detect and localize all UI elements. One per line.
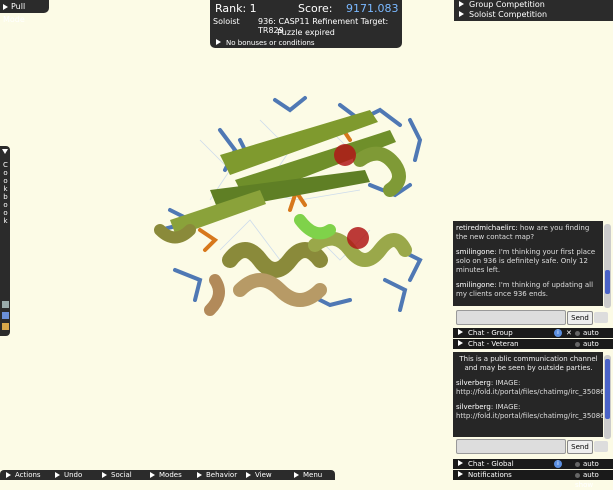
chat-global-send-button[interactable]: Send [567, 440, 593, 454]
expand-arrow-icon [458, 340, 463, 346]
camera-icon[interactable] [594, 312, 608, 323]
group-competition-label: Group Competition [469, 0, 545, 9]
toolbar-undo[interactable]: Undo [55, 470, 82, 480]
chat-global-input[interactable] [456, 439, 566, 454]
expand-arrow-icon [459, 1, 464, 7]
toolbar-behavior[interactable]: Behavior [197, 470, 237, 480]
toolbar-actions[interactable]: Actions [6, 470, 41, 480]
chat-message: smilingone: I'm thinking of updating all… [456, 281, 594, 298]
beta-sheets [170, 110, 396, 236]
expand-arrow-icon [246, 472, 251, 478]
info-icon[interactable]: i [554, 329, 562, 337]
toolbar-modes[interactable]: Modes [150, 470, 182, 480]
expand-arrow-icon [150, 472, 155, 478]
chat-message: smilingone: I'm thinking your first plac… [456, 248, 596, 274]
expand-arrow-icon [55, 472, 60, 478]
expand-arrow-icon [458, 471, 463, 477]
recipe-folder-icon[interactable] [2, 312, 9, 319]
group-competition-toggle[interactable]: Group Competition [454, 0, 613, 10]
score-label: Score: [298, 2, 333, 15]
protein-viewport[interactable] [140, 80, 440, 330]
public-channel-notice: This is a public communication channel a… [459, 355, 598, 372]
player-mode: Soloist [213, 17, 240, 26]
cookbook-panel[interactable]: Cookbook [0, 146, 10, 336]
recipe-icon[interactable] [2, 301, 9, 308]
chat-group-input[interactable] [456, 310, 566, 325]
chat-group-scrollbar[interactable] [604, 224, 611, 308]
expand-arrow-icon [102, 472, 107, 478]
puzzle-status: Puzzle expired [277, 28, 335, 37]
recipe-script-icon[interactable] [2, 323, 9, 330]
score-value: 9171.083 [346, 2, 399, 15]
chat-global-panel: This is a public communication channel a… [453, 352, 613, 480]
expand-arrow-icon [458, 329, 463, 335]
chat-global-scrollbar[interactable] [604, 355, 611, 439]
close-icon[interactable]: ✕ [566, 328, 572, 338]
expand-arrow-icon [6, 472, 11, 478]
scroll-thumb[interactable] [605, 359, 610, 419]
chat-message: silverberg: IMAGE: http://fold.it/portal… [456, 379, 603, 396]
pull-mode-button[interactable]: Pull Mode [0, 0, 49, 24]
chat-group-log: retiredmichaelirc: how are you finding t… [453, 221, 603, 306]
soloist-competition-toggle[interactable]: Soloist Competition [454, 10, 613, 20]
toolbar-social[interactable]: Social [102, 470, 132, 480]
chat-message: retiredmichaelirc: how are you finding t… [456, 224, 590, 241]
bonus-toggle[interactable]: No bonuses or conditions [216, 39, 315, 47]
tab-notifications[interactable]: Notifications auto show [453, 470, 613, 489]
auto-show-toggle[interactable]: auto show [575, 470, 613, 490]
expand-arrow-icon [458, 460, 463, 466]
competitions-panel: Group Competition Soloist Competition [454, 0, 613, 21]
tab-chat-veteran[interactable]: Chat - Veteran auto show [453, 339, 613, 358]
collapse-arrow-icon [2, 149, 8, 154]
soloist-competition-label: Soloist Competition [469, 10, 548, 19]
bottom-toolbar: Actions Undo Social Modes Behavior View … [0, 470, 335, 480]
tab-chat-global[interactable]: Chat - Global i auto show [453, 459, 613, 478]
info-icon[interactable]: i [554, 460, 562, 468]
scroll-thumb[interactable] [605, 270, 610, 294]
chat-group-send-button[interactable]: Send [567, 311, 593, 325]
clash-highlight-icon [347, 227, 369, 249]
cookbook-label: Cookbook [3, 161, 8, 225]
expand-arrow-icon [459, 11, 464, 17]
clash-highlight-icon [334, 144, 356, 166]
rank-label: Rank: 1 [215, 2, 257, 15]
expand-arrow-icon [3, 3, 8, 10]
toolbar-menu[interactable]: Menu [294, 470, 322, 480]
expand-arrow-icon [294, 472, 299, 478]
expand-arrow-icon [216, 39, 221, 45]
score-panel: Rank: 1 Score: 9171.083 Soloist 936: CAS… [210, 0, 402, 48]
chat-global-log: This is a public communication channel a… [453, 352, 603, 437]
chat-message: silverberg: IMAGE: http://fold.it/portal… [456, 403, 603, 420]
camera-icon[interactable] [594, 441, 608, 452]
bonus-label: No bonuses or conditions [226, 39, 315, 47]
chat-group-panel: retiredmichaelirc: how are you finding t… [453, 221, 613, 358]
toolbar-view[interactable]: View [246, 470, 272, 480]
expand-arrow-icon [197, 472, 202, 478]
tab-chat-group[interactable]: Chat - Group i ✕ auto show [453, 328, 613, 347]
